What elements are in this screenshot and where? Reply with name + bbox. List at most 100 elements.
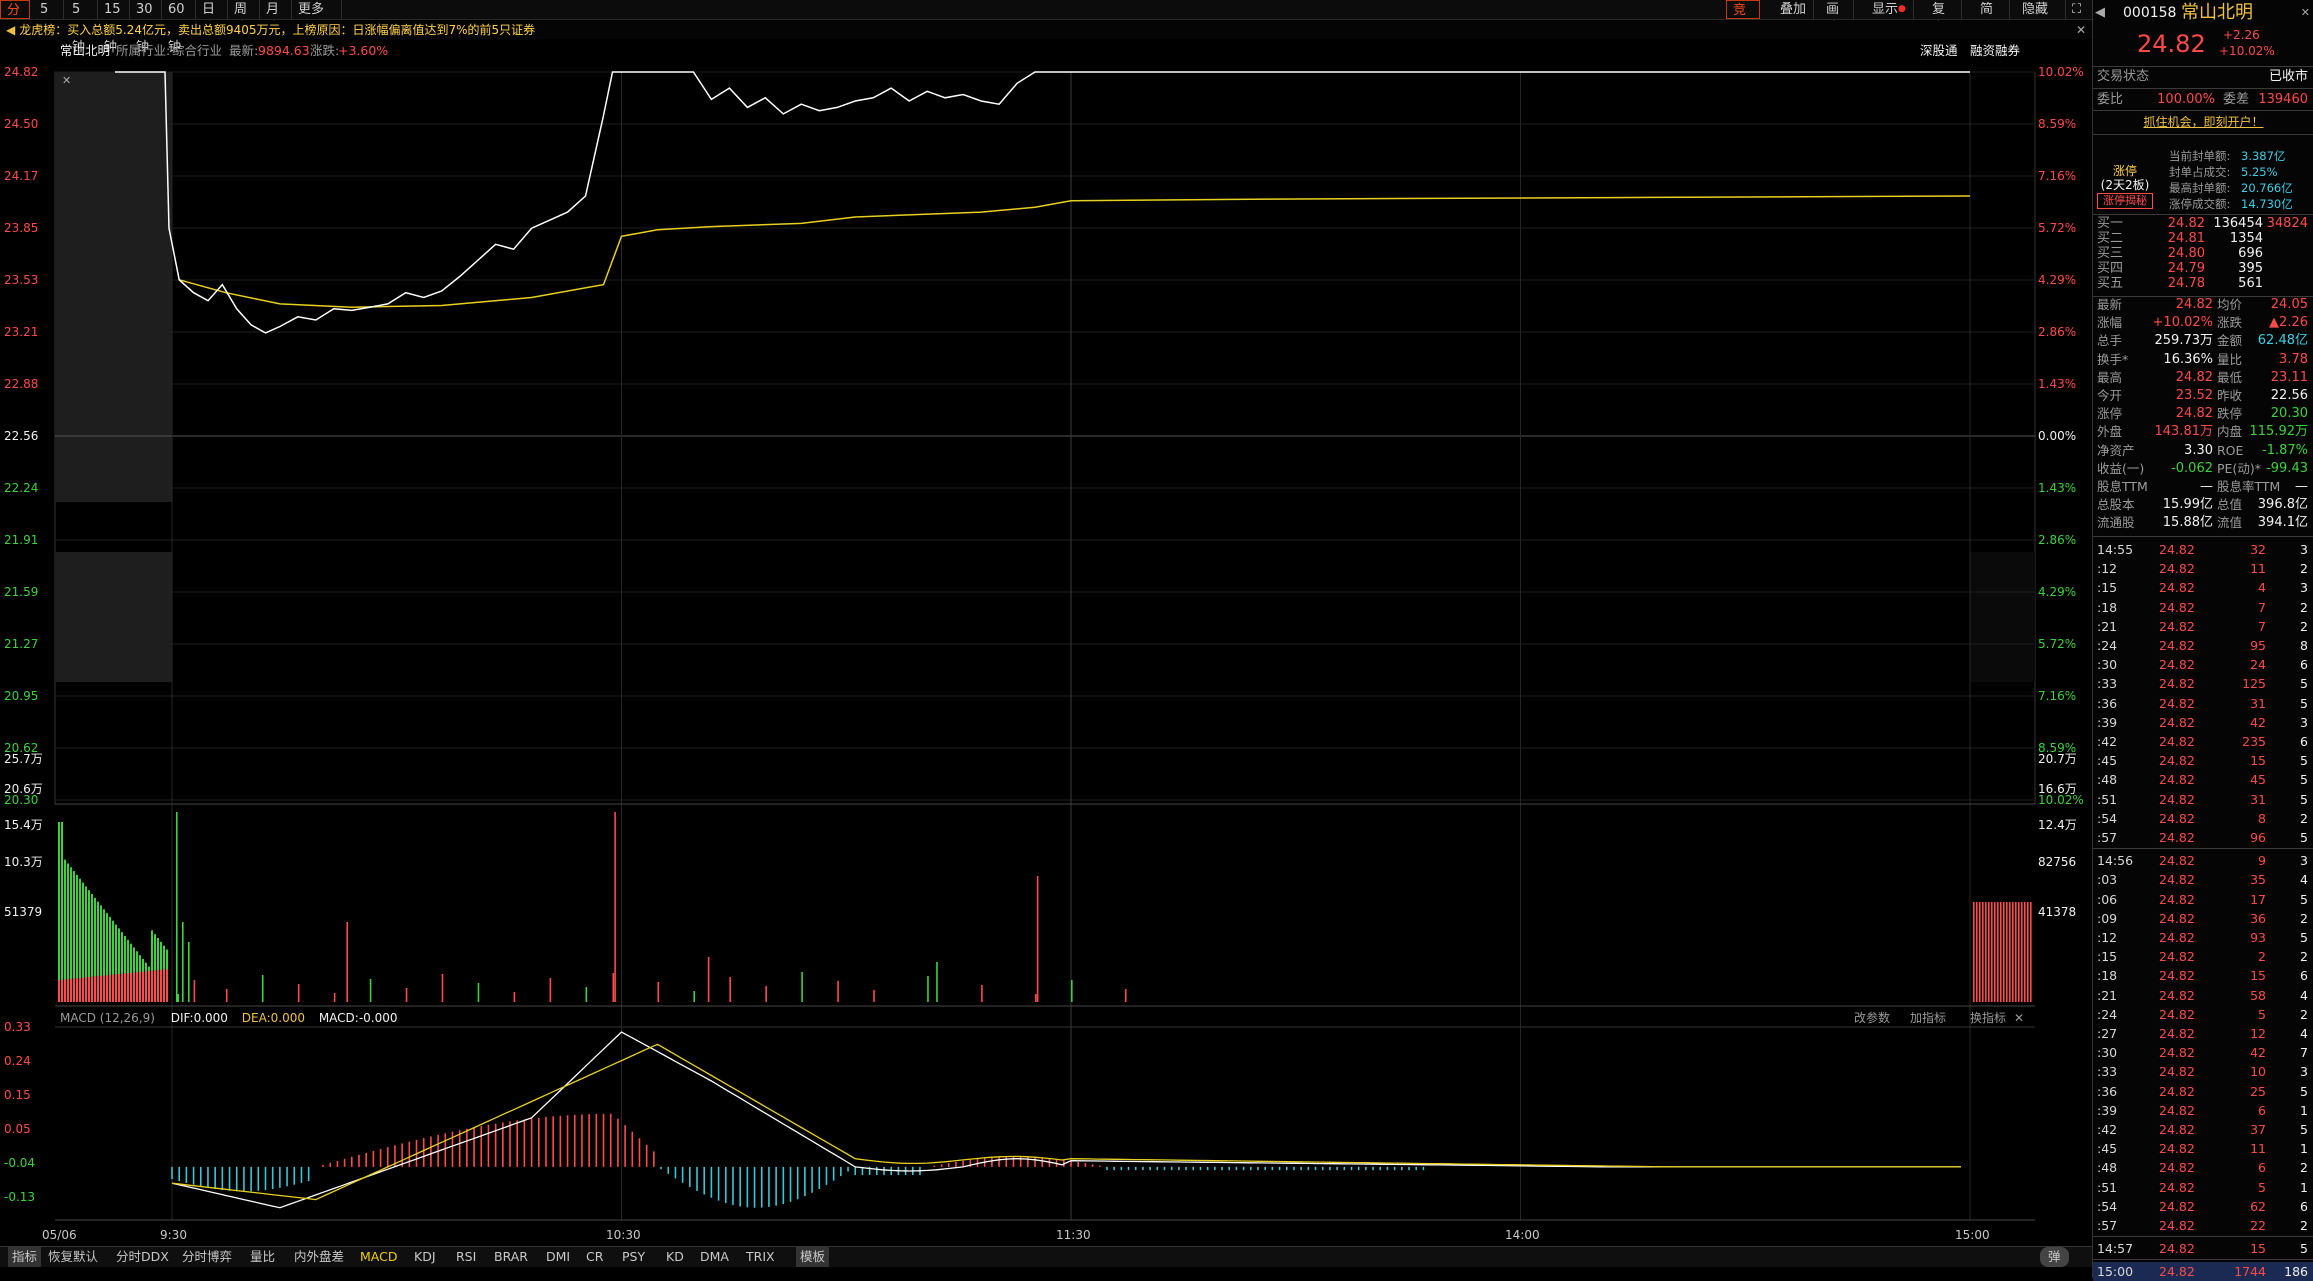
tick-row[interactable]: :54 24.82 8 2 [2093,809,2313,828]
tick-count: 3 [2300,542,2308,557]
indicator-tab[interactable]: RSI [456,1247,476,1267]
close-icon[interactable]: ✕ [2014,1010,2024,1026]
overlay-button[interactable]: 叠加 [1774,0,1814,19]
indicator-tab[interactable]: 指标 [8,1247,42,1267]
tick-row[interactable]: :39 24.82 6 1 [2093,1101,2313,1120]
promo-banner[interactable]: 抓住机会，即刻开户！ [2093,113,2313,131]
indicator-tab[interactable]: TRIX [746,1247,775,1267]
tick-row[interactable]: :42 24.82 37 5 [2093,1120,2313,1139]
tab-5min[interactable]: 5分钟 [66,0,98,55]
tick-row[interactable]: :54 24.82 62 6 [2093,1197,2313,1216]
tab-5day[interactable]: 5日 [34,0,64,36]
tab-weekly[interactable]: 周线 [228,0,260,36]
tick-row[interactable]: :24 24.82 5 2 [2093,1005,2313,1024]
dragon-tiger-notice[interactable]: ◀ 龙虎榜：买入总额5.24亿元，卖出总额9405万元，上榜原因：日涨幅偏离值达到… [0,21,2092,39]
draw-line-button[interactable]: 画线 [1820,0,1854,36]
volume-bar [729,977,731,1002]
indicator-tab[interactable]: DMA [700,1247,729,1267]
tick-row[interactable]: :48 24.82 6 2 [2093,1158,2313,1177]
tick-row[interactable]: :45 24.82 15 5 [2093,751,2313,770]
tick-row[interactable]: :57 24.82 96 5 [2093,828,2313,847]
tab-auction[interactable]: 竞价 [1726,0,1760,37]
limit-reveal-button[interactable]: 涨停揭秘 [2097,193,2153,209]
switch-indicator-link[interactable]: 换指标 [1970,1010,2006,1026]
tick-row[interactable]: :12 24.82 11 2 [2093,559,2313,578]
tick-row[interactable]: :48 24.82 45 5 [2093,770,2313,789]
tick-row[interactable]: :15 24.82 4 3 [2093,578,2313,597]
tick-row[interactable]: :18 24.82 7 2 [2093,598,2313,617]
industry-value[interactable]: 综合行业 [172,41,222,61]
link-hk-connect[interactable]: 深股通 [1920,41,1958,61]
tick-row[interactable]: :57 24.82 22 2 [2093,1216,2313,1235]
tick-row[interactable]: :09 24.82 36 2 [2093,909,2313,928]
tab-daily[interactable]: 日线 [196,0,228,36]
tick-row[interactable]: :30 24.82 42 7 [2093,1043,2313,1062]
hide-button[interactable]: 隐藏 ▸▸ [2016,0,2066,36]
indicator-tab[interactable]: MACD [360,1247,397,1267]
popup-toggle[interactable]: 弹 [2040,1247,2069,1267]
promo-link[interactable]: 抓住机会，即刻开户！ [2143,115,2263,129]
expand-icon[interactable]: ✕ [62,74,71,87]
indicator-tab[interactable]: DMI [546,1247,570,1267]
tick-row[interactable]: 14:56 24.82 9 3 [2093,851,2313,870]
tick-row[interactable]: 15:00 24.82 1744 186 [2093,1262,2313,1281]
tick-row[interactable]: :12 24.82 93 5 [2093,928,2313,947]
indicator-tab[interactable]: 量比 [250,1247,275,1267]
buy-level-row[interactable]: 买二 24.81 1354 [2093,231,2313,246]
tick-row[interactable]: :15 24.82 2 2 [2093,947,2313,966]
tick-row[interactable]: :33 24.82 10 3 [2093,1062,2313,1081]
tab-fenshi[interactable]: 分时 [0,0,30,37]
fullscreen-icon[interactable]: ⛶ [2066,0,2088,19]
close-icon[interactable]: ✕ [2076,21,2086,39]
tick-row[interactable]: :21 24.82 58 4 [2093,986,2313,1005]
simple-button[interactable]: 简约 [1974,0,2010,36]
tab-60min[interactable]: 60分钟 [162,0,196,55]
intraday-chart[interactable]: ✕ [0,62,2092,1246]
tab-15min[interactable]: 15分钟 [98,0,130,55]
tick-row[interactable]: :03 24.82 35 4 [2093,870,2313,889]
tick-row[interactable]: :33 24.82 125 5 [2093,674,2313,693]
tick-row[interactable]: :39 24.82 42 3 [2093,713,2313,732]
tick-volume: 17 [2250,891,2266,907]
tick-row[interactable]: :06 24.82 17 5 [2093,890,2313,909]
tab-more-periods[interactable]: 更多周期● [292,0,342,36]
buy-level-row[interactable]: 买五 24.78 561 [2093,276,2313,291]
tick-row[interactable]: :18 24.82 15 6 [2093,966,2313,985]
tick-row[interactable]: 14:55 24.82 32 3 [2093,540,2313,559]
tick-row[interactable]: :36 24.82 25 5 [2093,1082,2313,1101]
tick-row[interactable]: :45 24.82 11 1 [2093,1139,2313,1158]
tick-row[interactable]: :21 24.82 7 2 [2093,617,2313,636]
indicator-tab[interactable]: CR [586,1247,603,1267]
indicator-tab[interactable]: 模板 [796,1247,830,1267]
indicator-tab[interactable]: PSY [622,1247,645,1267]
macd-title[interactable]: MACD (12,26,9) [60,1011,155,1025]
tick-row[interactable]: :51 24.82 31 5 [2093,790,2313,809]
buy-level-row[interactable]: 买三 24.80 696 [2093,246,2313,261]
add-indicator-link[interactable]: 加指标 [1910,1010,1946,1026]
tick-row[interactable]: :36 24.82 31 5 [2093,694,2313,713]
indicator-tab[interactable]: 恢复默认 [48,1247,98,1267]
tick-row[interactable]: :30 24.82 24 6 [2093,655,2313,674]
tick-row[interactable]: :24 24.82 95 8 [2093,636,2313,655]
indicator-tab[interactable]: KDJ [414,1247,436,1267]
tick-row[interactable]: :27 24.82 12 4 [2093,1024,2313,1043]
tick-row[interactable]: 14:57 24.82 15 5 [2093,1239,2313,1258]
replay-button[interactable]: 复盘 [1926,0,1962,36]
indicator-tab[interactable]: 分时DDX [116,1247,169,1267]
buy-level-row[interactable]: 买一 24.82 136454 34824 [2093,216,2313,231]
indicator-tab[interactable]: 内外盘差 [294,1247,344,1267]
modify-params-link[interactable]: 改参数 [1854,1010,1890,1026]
tab-monthly[interactable]: 月线 [260,0,292,36]
tab-30min[interactable]: 30分钟 [130,0,162,55]
tick-row[interactable]: :51 24.82 5 1 [2093,1178,2313,1197]
indicator-tab[interactable]: KD [666,1247,684,1267]
indicator-tab[interactable]: BRAR [494,1247,528,1267]
indicator-tab[interactable]: 分时博弈 [182,1247,232,1267]
volume-bar [2006,902,2008,1002]
tick-row[interactable]: :42 24.82 235 6 [2093,732,2313,751]
back-icon[interactable]: ◀ [2095,2,2105,24]
close-icon[interactable]: ✕ [2301,2,2310,24]
display-button[interactable]: 显示● [1866,0,1914,19]
buy-level-row[interactable]: 买四 24.79 395 [2093,261,2313,276]
link-margin[interactable]: 融资融券 [1970,41,2020,61]
